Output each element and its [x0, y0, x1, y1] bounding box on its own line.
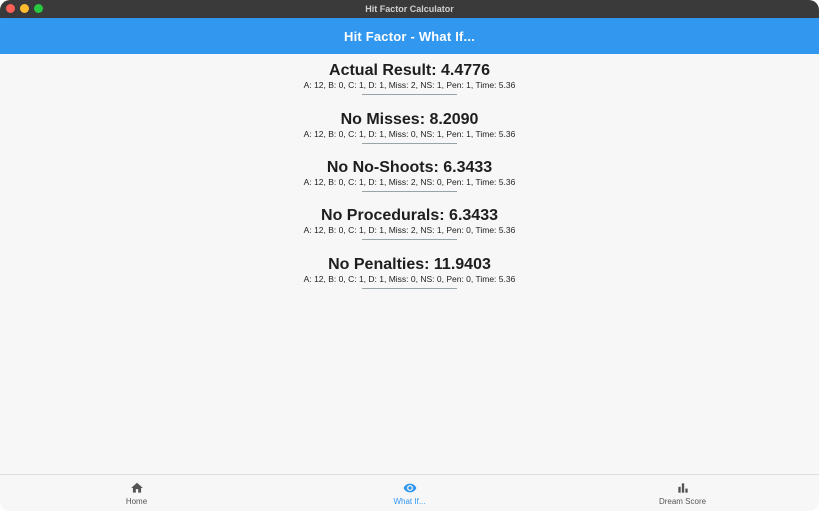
result-actual: Actual Result: 4.4776 A: 12, B: 0, C: 1,… — [0, 62, 819, 95]
nav-label: Home — [125, 497, 148, 506]
home-icon — [130, 482, 143, 493]
nav-item-dream-score[interactable]: Dream Score — [546, 475, 819, 511]
result-detail: A: 12, B: 0, C: 1, D: 1, Miss: 2, NS: 1,… — [303, 80, 516, 90]
nav-item-what-if[interactable]: What If... — [273, 475, 546, 511]
result-no-no-shoots: No No-Shoots: 6.3433 A: 12, B: 0, C: 1, … — [0, 159, 819, 192]
app-window: Hit Factor Calculator Hit Factor - What … — [0, 0, 819, 511]
minimize-window-button[interactable] — [20, 4, 29, 13]
result-divider — [362, 191, 457, 192]
result-title: No Misses: 8.2090 — [340, 111, 479, 128]
result-no-misses: No Misses: 8.2090 A: 12, B: 0, C: 1, D: … — [0, 111, 819, 144]
page-title: Hit Factor - What If... — [344, 28, 475, 44]
result-divider — [362, 288, 457, 289]
result-detail: A: 12, B: 0, C: 1, D: 1, Miss: 2, NS: 0,… — [303, 177, 516, 187]
maximize-window-button[interactable] — [34, 4, 43, 13]
nav-label: What If... — [393, 497, 426, 506]
result-detail: A: 12, B: 0, C: 1, D: 1, Miss: 0, NS: 1,… — [303, 129, 516, 139]
result-no-procedurals: No Procedurals: 6.3433 A: 12, B: 0, C: 1… — [0, 207, 819, 240]
nav-item-home[interactable]: Home — [0, 475, 273, 511]
result-divider — [362, 94, 457, 95]
result-title: No Penalties: 11.9403 — [328, 256, 491, 273]
window-titlebar: Hit Factor Calculator — [0, 0, 819, 18]
bar-chart-icon — [677, 483, 688, 493]
window-controls — [6, 4, 43, 13]
eye-icon — [403, 483, 416, 493]
app-bar: Hit Factor - What If... — [0, 18, 819, 54]
close-window-button[interactable] — [6, 4, 15, 13]
result-divider — [362, 239, 457, 240]
result-detail: A: 12, B: 0, C: 1, D: 1, Miss: 0, NS: 0,… — [303, 274, 516, 284]
nav-label: Dream Score — [658, 497, 707, 506]
result-detail: A: 12, B: 0, C: 1, D: 1, Miss: 2, NS: 1,… — [303, 225, 516, 235]
window-title: Hit Factor Calculator — [365, 4, 454, 14]
bottom-navigation: Home What If... Dream Score — [0, 474, 819, 511]
result-title: Actual Result: 4.4776 — [329, 62, 490, 79]
result-title: No Procedurals: 6.3433 — [321, 207, 498, 224]
result-no-penalties: No Penalties: 11.9403 A: 12, B: 0, C: 1,… — [0, 256, 819, 289]
results-list: Actual Result: 4.4776 A: 12, B: 0, C: 1,… — [0, 54, 819, 474]
result-divider — [362, 143, 457, 144]
result-title: No No-Shoots: 6.3433 — [326, 159, 493, 176]
